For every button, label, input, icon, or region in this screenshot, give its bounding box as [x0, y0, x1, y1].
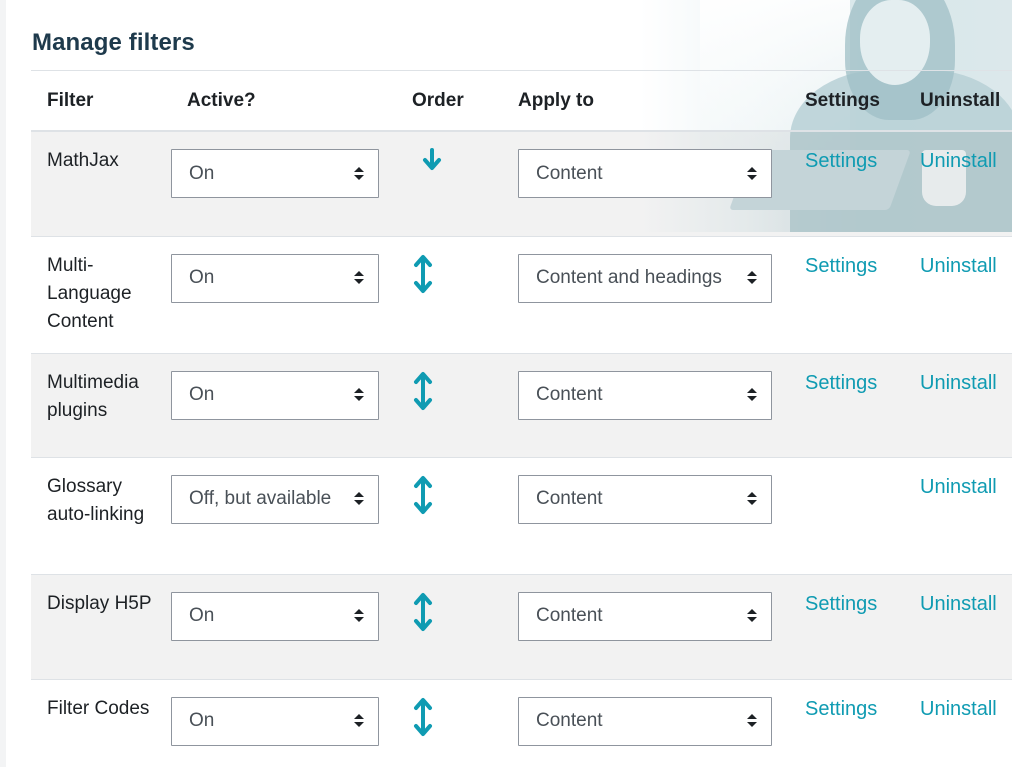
uninstall-link[interactable]: Uninstall [920, 593, 997, 615]
caret-up-down-icon [354, 166, 364, 181]
active-select-value: On [189, 710, 215, 731]
active-select-value: Off, but available [189, 488, 332, 509]
caret-up-down-icon [747, 492, 757, 506]
table-row: MathJax On Content Settings Uninstall [31, 130, 1012, 236]
table-row: Display H5P On Content Settings Uninstal… [31, 573, 1012, 679]
header-apply-to: Apply to [518, 71, 805, 132]
caret-up-down-icon [747, 271, 757, 285]
settings-link[interactable]: Settings [805, 150, 877, 172]
uninstall-link[interactable]: Uninstall [920, 372, 997, 394]
settings-link[interactable]: Settings [805, 372, 877, 394]
apply-to-select[interactable]: Content [518, 474, 772, 524]
filter-name: Multi-Language Content [31, 235, 171, 353]
header-filter: Filter [31, 71, 171, 132]
arrow-down-icon [423, 148, 441, 170]
active-select[interactable]: On [171, 253, 379, 303]
caret-up-down-icon [354, 271, 364, 285]
arrow-up-down-icon [414, 697, 432, 736]
filter-name: Filter Codes [31, 678, 171, 765]
apply-to-select-value: Content [536, 384, 603, 405]
order-control[interactable] [412, 473, 456, 515]
filters-table: Filter Active? Order Apply to Settings U… [31, 71, 1012, 765]
uninstall-link[interactable]: Uninstall [920, 476, 997, 498]
caret-up-down-icon [747, 166, 757, 181]
uninstall-link[interactable]: Uninstall [920, 255, 997, 277]
active-select-value: On [189, 162, 215, 184]
active-select[interactable]: On [171, 591, 379, 641]
apply-to-select-value: Content [536, 488, 603, 509]
uninstall-link[interactable]: Uninstall [920, 698, 997, 720]
arrow-up-down-icon [414, 592, 432, 631]
table-row: Multi-Language Content On Content and he… [31, 235, 1012, 353]
filter-name: Glossary auto-linking [31, 456, 171, 574]
table-row: Multimedia plugins On Content Settings U… [31, 352, 1012, 457]
caret-up-down-icon [747, 714, 757, 728]
header-order: Order [412, 71, 518, 132]
filter-name: MathJax [31, 130, 171, 236]
page-title: Manage filters [32, 29, 195, 56]
table-row: Glossary auto-linking Off, but available… [31, 456, 1012, 574]
order-control[interactable] [412, 695, 456, 737]
apply-to-select[interactable]: Content and headings [518, 253, 772, 303]
header-settings: Settings [805, 71, 920, 132]
caret-up-down-icon [747, 609, 757, 623]
arrow-up-down-icon [414, 371, 432, 410]
apply-to-select[interactable]: Content [518, 370, 772, 420]
order-control[interactable] [412, 590, 456, 632]
apply-to-select[interactable]: Content [518, 149, 772, 198]
settings-link[interactable]: Settings [805, 593, 877, 615]
apply-to-select[interactable]: Content [518, 696, 772, 746]
order-control[interactable] [412, 252, 456, 294]
apply-to-select-value: Content [536, 710, 603, 731]
settings-link[interactable]: Settings [805, 698, 877, 720]
caret-up-down-icon [354, 388, 364, 402]
caret-up-down-icon [354, 492, 364, 506]
active-select[interactable]: On [171, 696, 379, 746]
active-select[interactable]: Off, but available [171, 474, 379, 524]
active-select-value: On [189, 384, 215, 405]
arrow-up-down-icon [414, 475, 432, 514]
order-control[interactable] [410, 147, 454, 189]
settings-link[interactable]: Settings [805, 255, 877, 277]
active-select-value: On [189, 605, 215, 626]
apply-to-select-value: Content [536, 605, 603, 626]
left-edge-strip [0, 0, 6, 767]
order-control[interactable] [412, 369, 456, 411]
apply-to-select-value: Content and headings [536, 267, 722, 288]
caret-up-down-icon [747, 388, 757, 402]
header-active: Active? [171, 71, 412, 132]
header-uninstall: Uninstall [920, 71, 1012, 132]
apply-to-select-value: Content [536, 162, 603, 184]
arrow-up-down-icon [414, 254, 432, 293]
active-select[interactable]: On [171, 370, 379, 420]
table-header-row: Filter Active? Order Apply to Settings U… [31, 71, 1012, 132]
filter-name: Multimedia plugins [31, 352, 171, 457]
uninstall-link[interactable]: Uninstall [920, 150, 997, 172]
active-select[interactable]: On [171, 149, 379, 198]
table-row: Filter Codes On Content Settings Uninsta… [31, 678, 1012, 765]
active-select-value: On [189, 267, 215, 288]
caret-up-down-icon [354, 609, 364, 623]
caret-up-down-icon [354, 714, 364, 728]
apply-to-select[interactable]: Content [518, 591, 772, 641]
filter-name: Display H5P [31, 573, 171, 679]
